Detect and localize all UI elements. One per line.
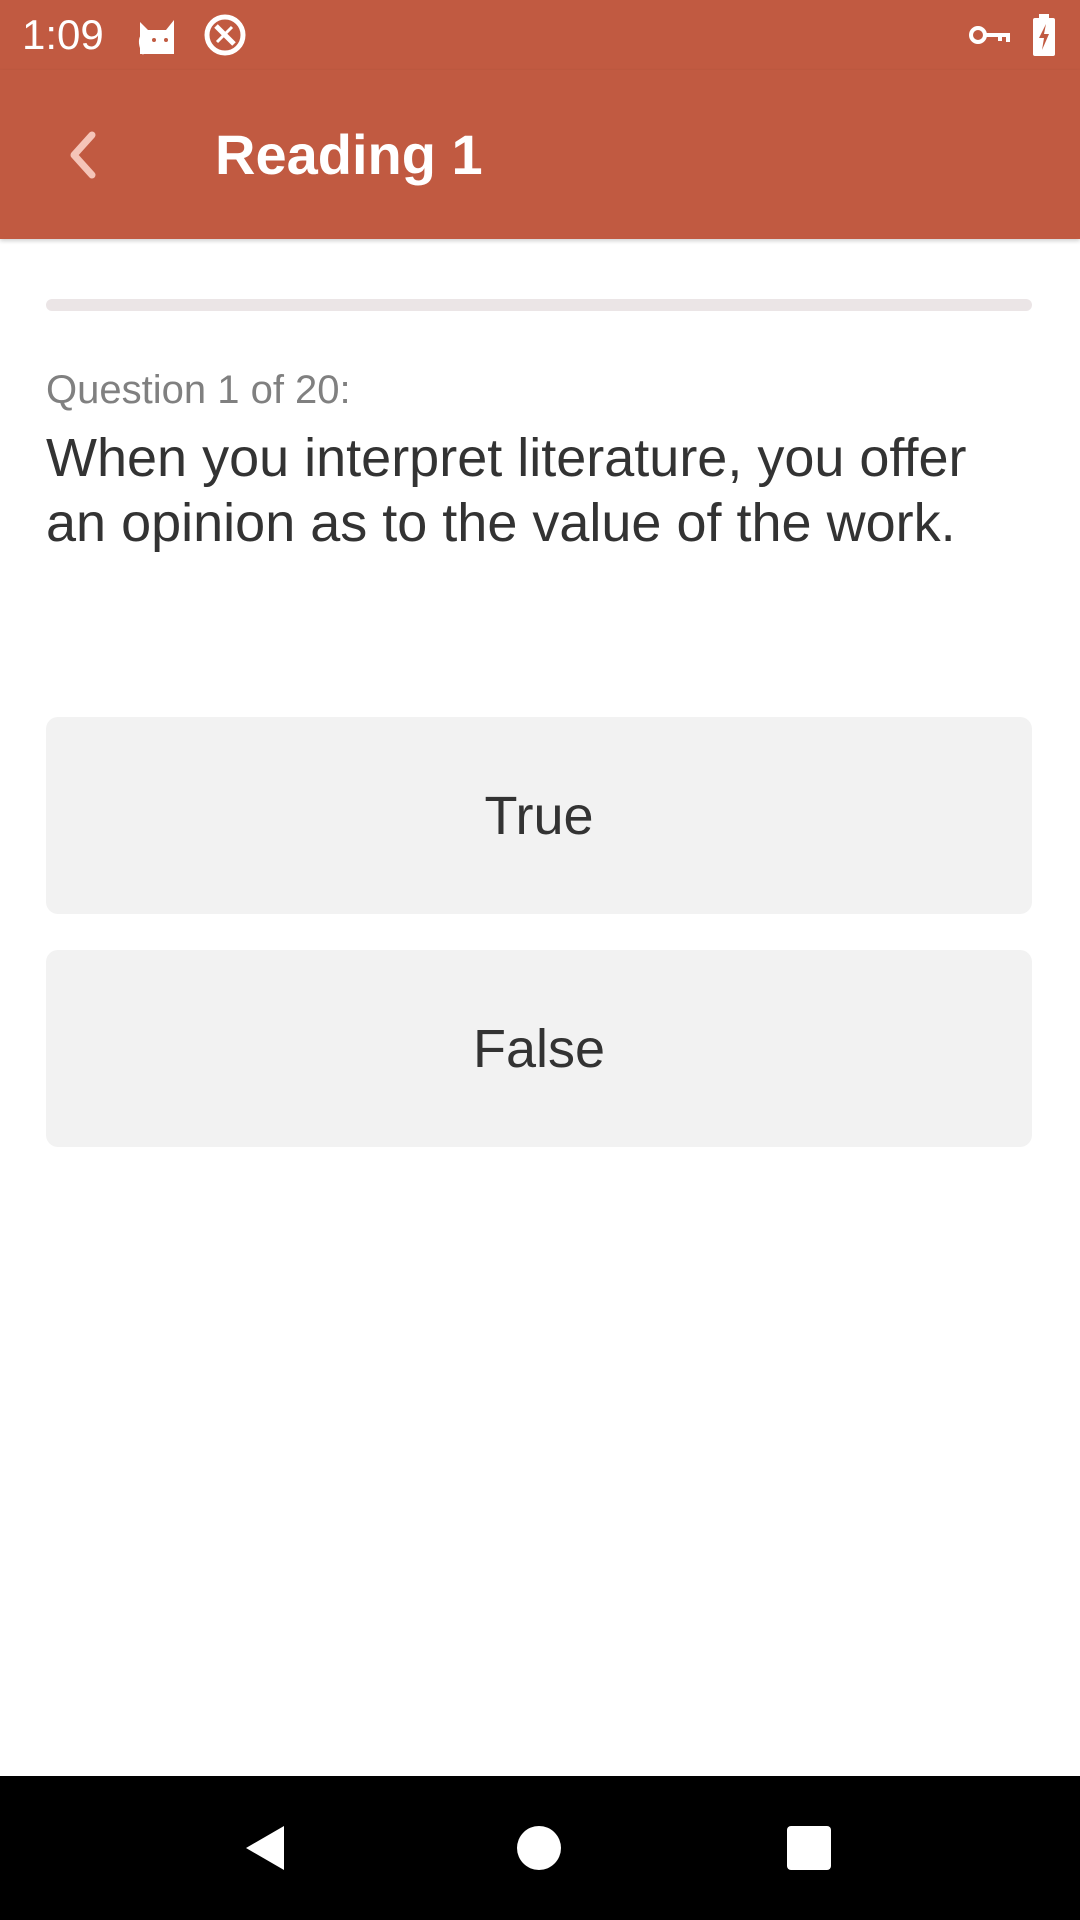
nav-back-button[interactable] bbox=[218, 1800, 314, 1896]
nav-home-button[interactable] bbox=[491, 1800, 587, 1896]
recents-square-icon bbox=[787, 1826, 831, 1870]
question-counter: Question 1 of 20: bbox=[46, 368, 351, 412]
question-text: When you interpret literature, you offer… bbox=[46, 428, 967, 553]
answer-true-button[interactable]: True bbox=[46, 717, 1032, 914]
no-data-icon bbox=[202, 12, 248, 58]
back-triangle-icon bbox=[246, 1826, 284, 1870]
app-bar: Reading 1 bbox=[0, 70, 1080, 239]
vpn-key-icon bbox=[968, 12, 1010, 58]
home-circle-icon bbox=[517, 1826, 561, 1870]
page-title: Reading 1 bbox=[215, 123, 483, 186]
answer-false-button[interactable]: False bbox=[46, 950, 1032, 1147]
chevron-left-icon bbox=[70, 131, 96, 179]
cat-notification-icon bbox=[134, 12, 180, 58]
status-bar: 1:09 bbox=[0, 0, 1080, 70]
status-time: 1:09 bbox=[22, 11, 104, 58]
nav-recents-button[interactable] bbox=[761, 1800, 857, 1896]
battery-charging-icon bbox=[1030, 12, 1058, 58]
quiz-progress-bar bbox=[46, 299, 1032, 311]
back-button[interactable] bbox=[52, 115, 112, 195]
system-nav-bar bbox=[0, 1776, 1080, 1920]
